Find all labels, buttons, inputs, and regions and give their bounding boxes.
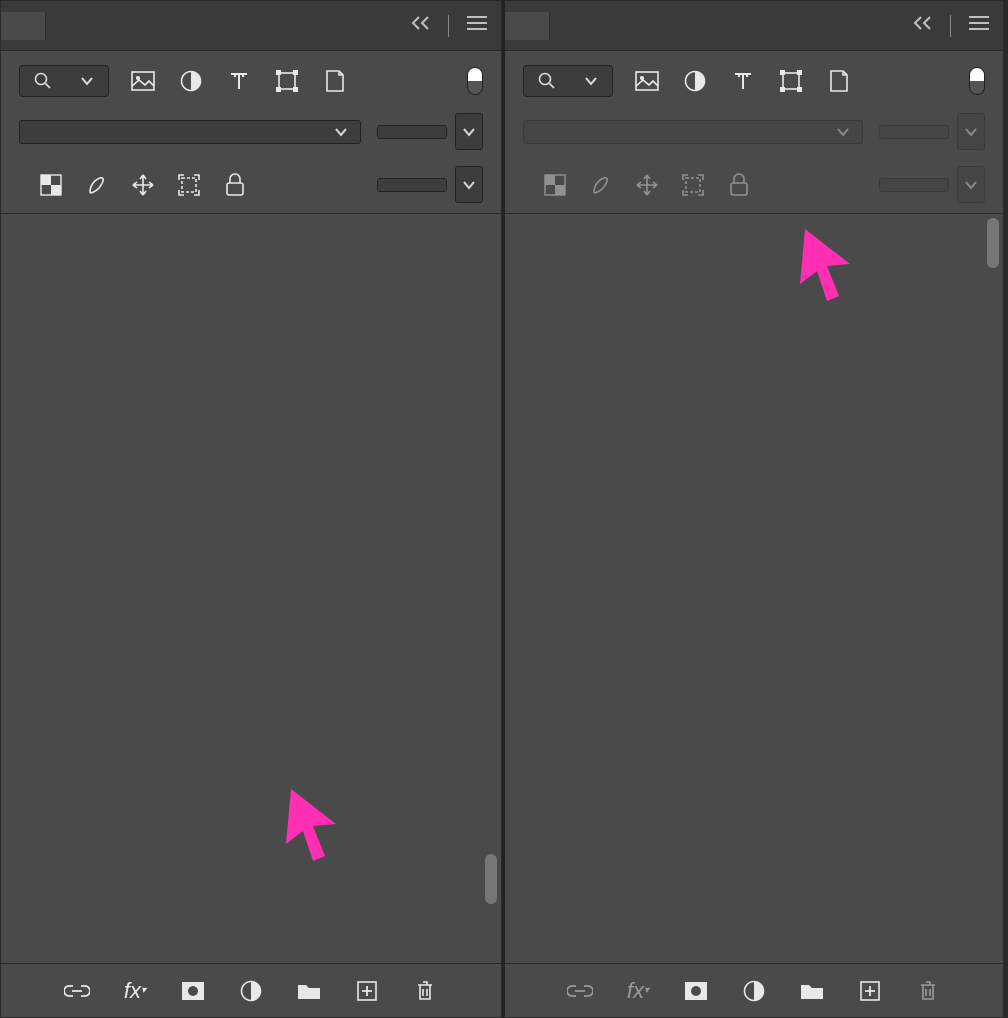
chevron-down-icon — [836, 127, 850, 137]
blend-mode-select[interactable] — [523, 120, 863, 144]
filter-row — [505, 51, 1003, 105]
chevron-down-icon — [334, 127, 348, 137]
lock-position-icon[interactable] — [129, 171, 157, 199]
chevron-down-icon — [584, 76, 598, 86]
divider — [448, 15, 449, 37]
opacity-dropdown[interactable] — [455, 113, 483, 150]
new-group-button[interactable] — [798, 977, 826, 1005]
fill-value[interactable] — [377, 178, 447, 192]
new-adjustment-button[interactable] — [237, 977, 265, 1005]
cursor-annotation — [795, 224, 865, 304]
layer-style-button[interactable]: fx▾ — [624, 977, 652, 1005]
collapse-button[interactable] — [900, 14, 946, 37]
filter-smartobject-icon[interactable] — [321, 67, 349, 95]
blend-row — [1, 105, 501, 158]
layers-panel-right: fx▾ — [502, 0, 1004, 1018]
fill-dropdown[interactable] — [455, 166, 483, 203]
delete-layer-button[interactable] — [914, 977, 942, 1005]
fill-value[interactable] — [879, 178, 949, 192]
chevron-down-icon — [80, 76, 94, 86]
search-icon — [34, 72, 52, 90]
link-layers-button[interactable] — [566, 977, 594, 1005]
filter-toggle[interactable] — [969, 67, 985, 95]
lock-transparent-icon[interactable] — [541, 171, 569, 199]
filter-adjustment-icon[interactable] — [681, 67, 709, 95]
filter-kind-select[interactable] — [523, 65, 613, 97]
blend-mode-select[interactable] — [19, 120, 361, 144]
filter-pixel-icon[interactable] — [129, 67, 157, 95]
opacity-dropdown[interactable] — [957, 113, 985, 150]
opacity-value[interactable] — [377, 125, 447, 139]
filter-row — [1, 51, 501, 105]
filter-type-icon[interactable] — [729, 67, 757, 95]
scrollbar-thumb[interactable] — [987, 218, 999, 268]
layer-list[interactable] — [505, 213, 1003, 963]
lock-transparent-icon[interactable] — [37, 171, 65, 199]
delete-layer-button[interactable] — [411, 977, 439, 1005]
filter-toggle[interactable] — [467, 67, 483, 95]
tab-layers[interactable] — [1, 12, 46, 40]
filter-shape-icon[interactable] — [777, 67, 805, 95]
fill-dropdown[interactable] — [957, 166, 985, 203]
opacity-value[interactable] — [879, 125, 949, 139]
tab-layers[interactable] — [505, 12, 550, 40]
link-layers-button[interactable] — [63, 977, 91, 1005]
filter-shape-icon[interactable] — [273, 67, 301, 95]
scrollbar-thumb[interactable] — [485, 854, 497, 904]
lock-pixels-icon[interactable] — [83, 171, 111, 199]
panel-menu-button[interactable] — [955, 14, 1003, 38]
panel-footer: fx▾ — [505, 963, 1003, 1017]
new-layer-button[interactable] — [353, 977, 381, 1005]
filter-adjustment-icon[interactable] — [177, 67, 205, 95]
search-icon — [538, 72, 556, 90]
collapse-button[interactable] — [398, 14, 444, 37]
panel-tab-row — [505, 1, 1003, 51]
cursor-annotation — [281, 784, 351, 864]
lock-all-icon[interactable] — [725, 171, 753, 199]
filter-kind-select[interactable] — [19, 65, 109, 97]
filter-type-icon[interactable] — [225, 67, 253, 95]
layer-style-button[interactable]: fx▾ — [121, 977, 149, 1005]
panel-footer: fx▾ — [1, 963, 501, 1017]
add-mask-button[interactable] — [682, 977, 710, 1005]
lock-artboard-icon[interactable] — [679, 171, 707, 199]
divider — [950, 15, 951, 37]
lock-pixels-icon[interactable] — [587, 171, 615, 199]
lock-row — [1, 158, 501, 213]
layer-list[interactable] — [1, 213, 501, 963]
panel-tab-row — [1, 1, 501, 51]
panel-menu-button[interactable] — [453, 14, 501, 38]
new-group-button[interactable] — [295, 977, 323, 1005]
add-mask-button[interactable] — [179, 977, 207, 1005]
layers-panel-left: fx▾ — [0, 0, 502, 1018]
new-adjustment-button[interactable] — [740, 977, 768, 1005]
lock-all-icon[interactable] — [221, 171, 249, 199]
new-layer-button[interactable] — [856, 977, 884, 1005]
lock-artboard-icon[interactable] — [175, 171, 203, 199]
blend-row — [505, 105, 1003, 158]
filter-pixel-icon[interactable] — [633, 67, 661, 95]
lock-position-icon[interactable] — [633, 171, 661, 199]
filter-smartobject-icon[interactable] — [825, 67, 853, 95]
lock-row — [505, 158, 1003, 213]
